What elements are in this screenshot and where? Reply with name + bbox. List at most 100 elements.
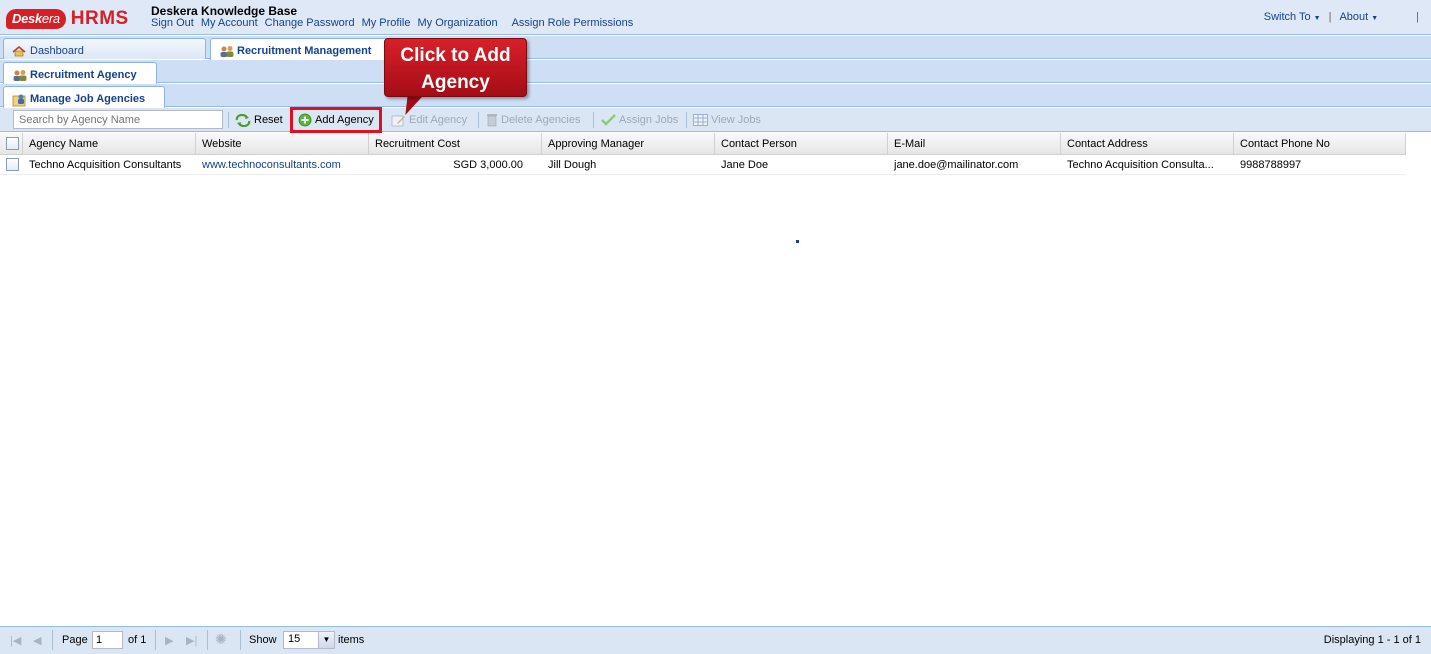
check-icon: [601, 114, 616, 126]
change-password-link[interactable]: Change Password: [265, 17, 355, 29]
refresh-icon: [235, 113, 251, 127]
assign-jobs-label: Assign Jobs: [619, 114, 679, 126]
my-profile-link[interactable]: My Profile: [362, 17, 411, 29]
column-header-contact-phone[interactable]: Contact Phone No: [1234, 133, 1406, 155]
contact-address-cell: Techno Acquisition Consulta...: [1067, 159, 1214, 171]
website-link[interactable]: www.technoconsultants.com: [196, 155, 369, 175]
toolbar-separator: [478, 112, 479, 128]
grid-header: Agency Name Website Recruitment Cost App…: [0, 133, 1406, 155]
page-count-label: of 1: [128, 634, 147, 646]
chevron-down-icon[interactable]: ▼: [318, 632, 334, 648]
tab-manage-job-agencies[interactable]: Manage Job Agencies: [3, 86, 165, 108]
main-tab-strip: Dashboard Recruitment Management: [0, 36, 1431, 60]
my-organization-link[interactable]: My Organization: [417, 17, 497, 29]
reset-label: Reset: [254, 114, 283, 126]
search-agency-input[interactable]: [13, 110, 223, 129]
agencies-icon: [12, 93, 26, 107]
sub-tab-strip: Recruitment Agency: [0, 60, 1431, 84]
edit-icon: [391, 115, 405, 126]
tab-recruitment-agency-label: Recruitment Agency: [30, 69, 137, 81]
column-header-contact-person[interactable]: Contact Person: [715, 133, 888, 155]
add-agency-callout: Click to Add Agency: [384, 38, 527, 97]
page-label: Page: [62, 634, 88, 646]
view-jobs-label: View Jobs: [711, 114, 761, 126]
displaying-count: Displaying 1 - 1 of 1: [1323, 634, 1421, 646]
column-header-approving-manager[interactable]: Approving Manager: [542, 133, 715, 155]
recruitment-cost-cell: SGD 3,000.00: [453, 159, 523, 171]
menu-separator: |: [1416, 11, 1419, 23]
about-label: About: [1339, 11, 1369, 23]
email-cell: jane.doe@mailinator.com: [894, 159, 1019, 171]
page-size-select[interactable]: 15 ▼: [283, 631, 335, 649]
column-header-contact-address[interactable]: Contact Address: [1061, 133, 1234, 155]
add-icon: [298, 113, 312, 127]
show-label: Show: [249, 634, 277, 646]
toolbar-separator: [228, 112, 229, 128]
row-checkbox[interactable]: [6, 158, 19, 171]
refresh-icon[interactable]: ✺: [215, 631, 227, 648]
view-jobs-button[interactable]: View Jobs: [693, 111, 761, 129]
reset-button[interactable]: Reset: [235, 111, 283, 129]
callout-line-2: Agency: [421, 72, 490, 93]
assign-role-permissions-link[interactable]: Assign Role Permissions: [512, 17, 634, 29]
page-size-value: 15: [288, 633, 301, 645]
tab-recruitment-agency[interactable]: Recruitment Agency: [3, 62, 157, 84]
sign-out-link[interactable]: Sign Out: [151, 17, 194, 29]
tab-dashboard[interactable]: Dashboard: [3, 38, 206, 59]
cursor-dot: [796, 240, 799, 243]
my-account-link[interactable]: My Account: [201, 17, 258, 29]
tab-recruitment-management[interactable]: Recruitment Management: [210, 38, 410, 60]
tab-recruitment-management-label: Recruitment Management: [237, 45, 372, 57]
column-header-website[interactable]: Website: [196, 133, 369, 155]
chevron-down-icon: ▼: [1371, 15, 1379, 22]
grid-view-icon: [693, 114, 708, 126]
dashboard-icon: [12, 45, 26, 57]
switch-to-label: Switch To: [1263, 11, 1311, 23]
app-header: Deskera HRMS Deskera Knowledge Base Sign…: [0, 0, 1431, 35]
edit-agency-label: Edit Agency: [409, 114, 468, 126]
approving-manager-cell: Jill Dough: [548, 159, 597, 171]
grid-toolbar: Reset Add Agency Edit Agency Delete Agen…: [0, 107, 1431, 133]
menu-separator: |: [1328, 11, 1332, 23]
paging-toolbar: |◀ ◀ Page of 1 ▶ ▶| ✺ Show 15 ▼ items Di…: [0, 626, 1431, 654]
logo-badge: Deskera: [6, 9, 66, 29]
tab-manage-job-agencies-label: Manage Job Agencies: [30, 93, 146, 105]
top-right-menu: Switch To ▼ | About ▼ |: [1264, 11, 1419, 23]
chevron-down-icon: ▼: [1313, 15, 1321, 22]
select-all-checkbox[interactable]: [6, 137, 19, 150]
tab-dashboard-label: Dashboard: [30, 44, 84, 57]
column-header-agency-name[interactable]: Agency Name: [23, 133, 196, 155]
trash-icon: [487, 114, 497, 127]
switch-to-menu[interactable]: Switch To ▼: [1264, 11, 1321, 23]
toolbar-separator: [686, 112, 687, 128]
people-icon: [219, 45, 234, 57]
pager-separator: [52, 630, 53, 650]
agency-name-cell: Techno Acquisition Consultants: [29, 159, 182, 171]
select-all-cell: [0, 133, 23, 155]
delete-agencies-label: Delete Agencies: [501, 114, 581, 126]
add-agency-button[interactable]: Add Agency: [290, 107, 382, 133]
deskera-hrms-logo: Deskera HRMS: [6, 7, 129, 31]
top-links: Sign Out My Account Change Password My P…: [151, 17, 633, 29]
items-label: items: [338, 634, 365, 646]
column-header-email[interactable]: E-Mail: [888, 133, 1061, 155]
page-number-input[interactable]: [92, 631, 123, 649]
table-row[interactable]: Techno Acquisition Consultants www.techn…: [0, 155, 1406, 175]
contact-phone-cell: 9988788997: [1240, 159, 1302, 171]
add-agency-label: Add Agency: [315, 114, 374, 126]
assign-jobs-button[interactable]: Assign Jobs: [601, 111, 678, 129]
first-page-icon[interactable]: |◀: [10, 634, 21, 647]
previous-page-icon[interactable]: ◀: [33, 634, 41, 647]
agency-tab-strip: Manage Job Agencies: [0, 84, 1431, 108]
column-header-recruitment-cost[interactable]: Recruitment Cost: [369, 133, 542, 155]
logo-hrms-text: HRMS: [70, 8, 129, 29]
pager-separator: [207, 630, 208, 650]
people-icon: [12, 69, 27, 81]
toolbar-separator: [593, 112, 594, 128]
last-page-icon[interactable]: ▶|: [186, 634, 197, 647]
delete-agencies-button[interactable]: Delete Agencies: [486, 111, 581, 129]
contact-person-cell: Jane Doe: [721, 159, 769, 171]
next-page-icon[interactable]: ▶: [165, 634, 173, 647]
pager-separator: [155, 630, 156, 650]
about-menu[interactable]: About ▼: [1339, 11, 1378, 23]
